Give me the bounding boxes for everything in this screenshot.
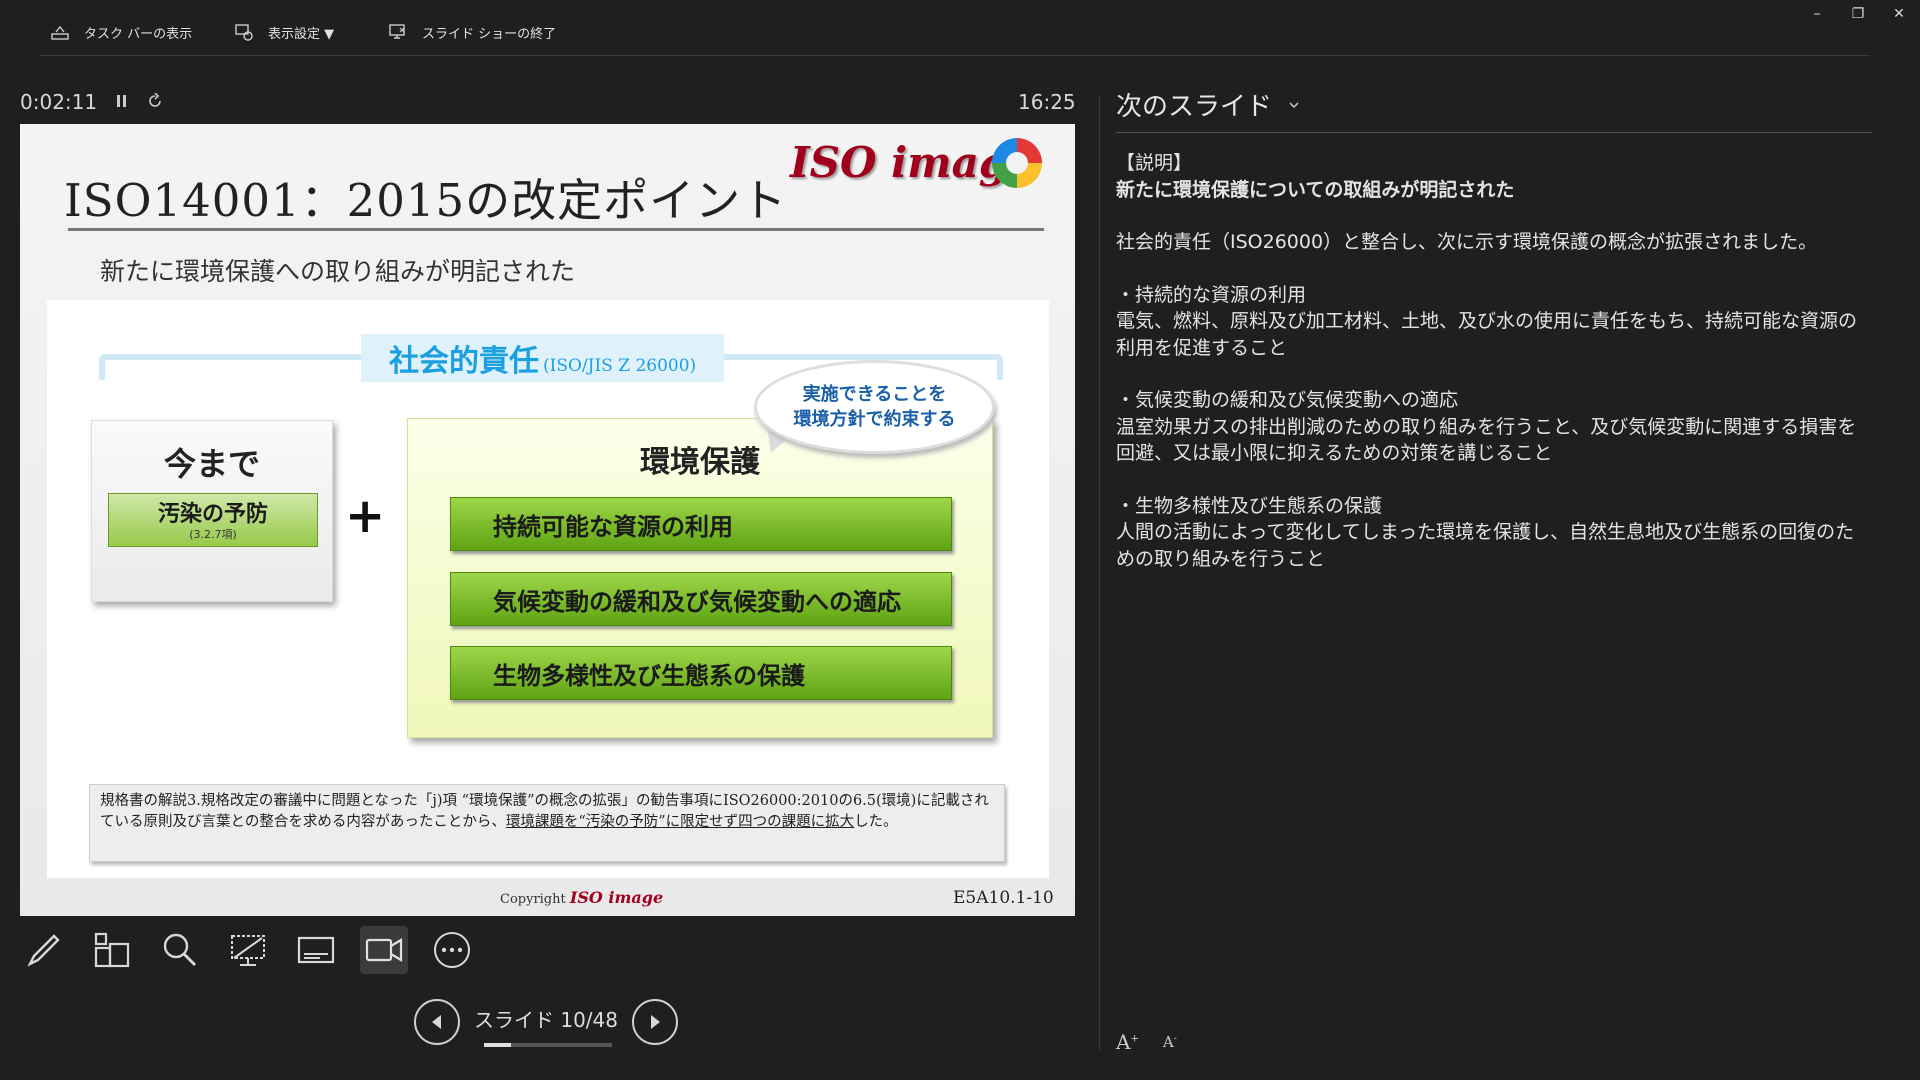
note-underlined: 環境課題を“汚染の予防”に限定せず四つの課題に拡大 — [505, 814, 855, 830]
pane-divider[interactable] — [1099, 95, 1100, 1050]
increase-font-label: A — [1116, 1030, 1131, 1054]
footer-logo: ISO image — [569, 888, 664, 907]
before-title: 今まで — [163, 445, 260, 483]
restart-icon — [149, 92, 161, 107]
show-taskbar-label: タスク バーの表示 — [84, 26, 193, 42]
notes-bullet-3-text: 人間の活動によって変化してしまった環境を保護し、自然生息地及び生態系の回復のため… — [1116, 521, 1855, 570]
notes-bullet-1-text: 電気、燃料、原料及び加工材料、土地、及び水の使用に責任をもち、持続可能な資源の利… — [1116, 310, 1858, 359]
next-slide-label: 次のスライド — [1116, 92, 1273, 122]
next-arrow-icon — [651, 1015, 660, 1029]
more-icon — [434, 932, 470, 968]
next-slide-button[interactable] — [632, 999, 678, 1045]
display-settings-button[interactable]: 表示設定 ▼ — [234, 20, 334, 44]
footer-copyright: Copyright — [500, 892, 566, 907]
notes-bullet-3-title: ・生物多様性及び生態系の保護 — [1116, 494, 1383, 517]
camera-icon — [365, 938, 403, 962]
social-ref: (ISO/JIS Z 26000) — [543, 356, 697, 376]
speaker-notes[interactable]: 【説明】 新たに環境保護についての取組みが明記された 社会的責任（ISO2600… — [1116, 150, 1872, 572]
plus-sign: + — [345, 488, 386, 544]
previous-slide-button[interactable] — [414, 999, 460, 1045]
notes-heading: 【説明】 — [1116, 152, 1193, 174]
restart-timer-button[interactable] — [147, 90, 163, 114]
font-size-controls: A+ A- — [1116, 1030, 1177, 1054]
subtitles-button[interactable] — [292, 926, 340, 974]
notes-subheading: 新たに環境保護についての取組みが明記された — [1116, 178, 1515, 201]
pen-icon — [27, 934, 60, 967]
next-slide-rule — [1116, 132, 1872, 133]
notes-bullet-2-text: 温室効果ガスの排出削減のための取り組みを行うこと、及び気候変動に関連する損害を回… — [1116, 415, 1857, 465]
env-item-climate: 気候変動の緩和及び気候変動への適応 — [450, 572, 952, 626]
pause-button[interactable] — [115, 90, 129, 114]
pollution-prevention-ref: (3.2.7項) — [189, 528, 237, 541]
toolbar-divider — [40, 55, 1870, 56]
chevron-down-icon — [1289, 101, 1299, 108]
see-all-slides-button[interactable] — [88, 926, 136, 974]
notes-bullet-2-title: ・気候変動の緩和及び気候変動への適応 — [1116, 389, 1459, 411]
zoom-icon — [163, 933, 197, 967]
notes-paragraph: 社会的責任（ISO26000）と整合し、次に示す環境保護の概念が拡張されました。 — [1116, 231, 1818, 253]
end-slideshow-label: スライド ショーの終了 — [422, 26, 557, 42]
pause-icon — [117, 95, 127, 107]
subtitles-icon — [297, 936, 335, 964]
all-slides-icon — [94, 932, 130, 968]
minimize-button[interactable]: – — [1802, 4, 1832, 24]
note-tail: した。 — [854, 814, 898, 830]
social-responsibility-label: 社会的責任 (ISO/JIS Z 26000) — [361, 334, 725, 382]
zoom-button[interactable] — [156, 926, 204, 974]
close-button[interactable]: ✕ — [1884, 4, 1914, 24]
timer-area: 0:02:11 — [20, 90, 163, 114]
show-taskbar-button[interactable]: タスク バーの表示 — [50, 20, 192, 44]
taskbar-icon — [51, 25, 69, 40]
speech-bubble: 実施できることを 環境方針で約束する — [754, 360, 995, 454]
title-rule — [68, 228, 1044, 231]
restore-button[interactable]: ❐ — [1843, 4, 1873, 24]
next-slide-header[interactable]: 次のスライド — [1116, 86, 1300, 123]
logo-ring-icon — [992, 138, 1042, 188]
more-options-button[interactable] — [428, 926, 476, 974]
pointer-screen-icon — [231, 935, 265, 966]
before-box: 今まで 汚染の予防 (3.2.7項) — [91, 420, 333, 602]
display-settings-label: 表示設定 ▼ — [268, 26, 335, 42]
env-item-biodiversity: 生物多様性及び生態系の保護 — [450, 646, 952, 700]
slide-counter: スライド 10/48 — [474, 1007, 618, 1032]
slide-subtitle: 新たに環境保護への取り組みが明記された — [100, 257, 576, 286]
prev-arrow-icon — [432, 1015, 441, 1029]
end-slideshow-button[interactable]: スライド ショーの終了 — [388, 20, 556, 44]
bubble-line-1: 実施できることを — [802, 384, 947, 405]
slide-code: E5A10.1-10 — [953, 888, 1054, 908]
current-slide[interactable]: ISO14001：2015の改定ポイント ISO image 新たに環境保護への… — [20, 124, 1075, 916]
camera-toggle-button[interactable] — [360, 926, 408, 974]
current-time: 16:25 — [1018, 90, 1076, 114]
slide-footer: Copyright ISO image — [500, 888, 663, 907]
diagram-panel: 社会的責任 (ISO/JIS Z 26000) 今まで 汚染の予防 (3.2.7… — [47, 300, 1049, 878]
explanation-note: 規格書の解説3.規格改定の審議中に問題となった「j)項 “環境保護”の概念の拡張… — [89, 784, 1005, 862]
slide-title: ISO14001：2015の改定ポイント — [64, 174, 788, 227]
bubble-line-2: 環境方針で約束する — [793, 409, 956, 430]
slide-progress-fill — [484, 1043, 511, 1047]
env-item-resources: 持続可能な資源の利用 — [450, 497, 952, 551]
decrease-font-label: A — [1162, 1033, 1174, 1051]
pen-tool-button[interactable] — [20, 926, 68, 974]
increase-font-button[interactable]: A+ — [1116, 1030, 1139, 1054]
display-settings-icon — [235, 24, 253, 41]
black-screen-button[interactable] — [224, 926, 272, 974]
pollution-prevention-label: 汚染の予防 — [157, 502, 268, 527]
slide-navigation: スライド 10/48 — [414, 999, 678, 1045]
environment-protection-box: 環境保護 持続可能な資源の利用 気候変動の緩和及び気候変動への適応 生物多様性及… — [407, 418, 993, 738]
social-main: 社会的責任 — [389, 344, 539, 379]
presenter-toolbar: タスク バーの表示 表示設定 ▼ スライド ショーの終了 – ❐ ✕ — [0, 0, 1920, 62]
elapsed-time: 0:02:11 — [20, 90, 98, 114]
pollution-prevention-item: 汚染の予防 (3.2.7項) — [108, 493, 318, 547]
notes-bullet-1-title: ・持続的な資源の利用 — [1116, 283, 1307, 306]
decrease-font-button[interactable]: A- — [1163, 1033, 1177, 1057]
end-show-icon — [389, 24, 405, 39]
slide-progress-bar — [484, 1043, 612, 1047]
presenter-tools — [20, 926, 476, 974]
